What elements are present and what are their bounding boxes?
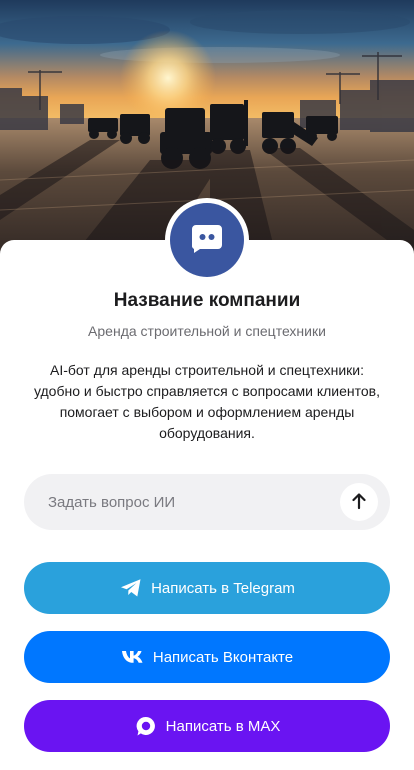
company-subtitle: Аренда строительной и спецтехники <box>88 323 326 339</box>
telegram-button-label: Написать в Telegram <box>151 579 295 597</box>
max-button-label: Написать в MAX <box>165 717 281 735</box>
avatar-circle <box>170 203 244 277</box>
chat-bot-icon <box>190 223 224 258</box>
arrow-up-icon <box>351 492 367 513</box>
company-name: Название компании <box>113 290 301 311</box>
telegram-button[interactable]: Написать в Telegram <box>24 562 390 614</box>
max-icon <box>134 714 158 738</box>
vk-button-label: Написать Вконтакте <box>152 648 294 666</box>
avatar <box>165 198 249 282</box>
vk-button[interactable]: Написать Вконтакте <box>24 631 390 683</box>
company-description: AI-бот для аренды строительной и спецтех… <box>33 362 381 441</box>
page: Название компании Аренда строительной и … <box>0 0 414 770</box>
ask-ai-input[interactable] <box>24 474 324 530</box>
max-button[interactable]: Написать в MAX <box>24 700 390 752</box>
ask-ai-box <box>24 474 390 530</box>
vk-icon <box>121 645 145 669</box>
telegram-icon <box>119 576 143 600</box>
send-button[interactable] <box>340 483 378 521</box>
